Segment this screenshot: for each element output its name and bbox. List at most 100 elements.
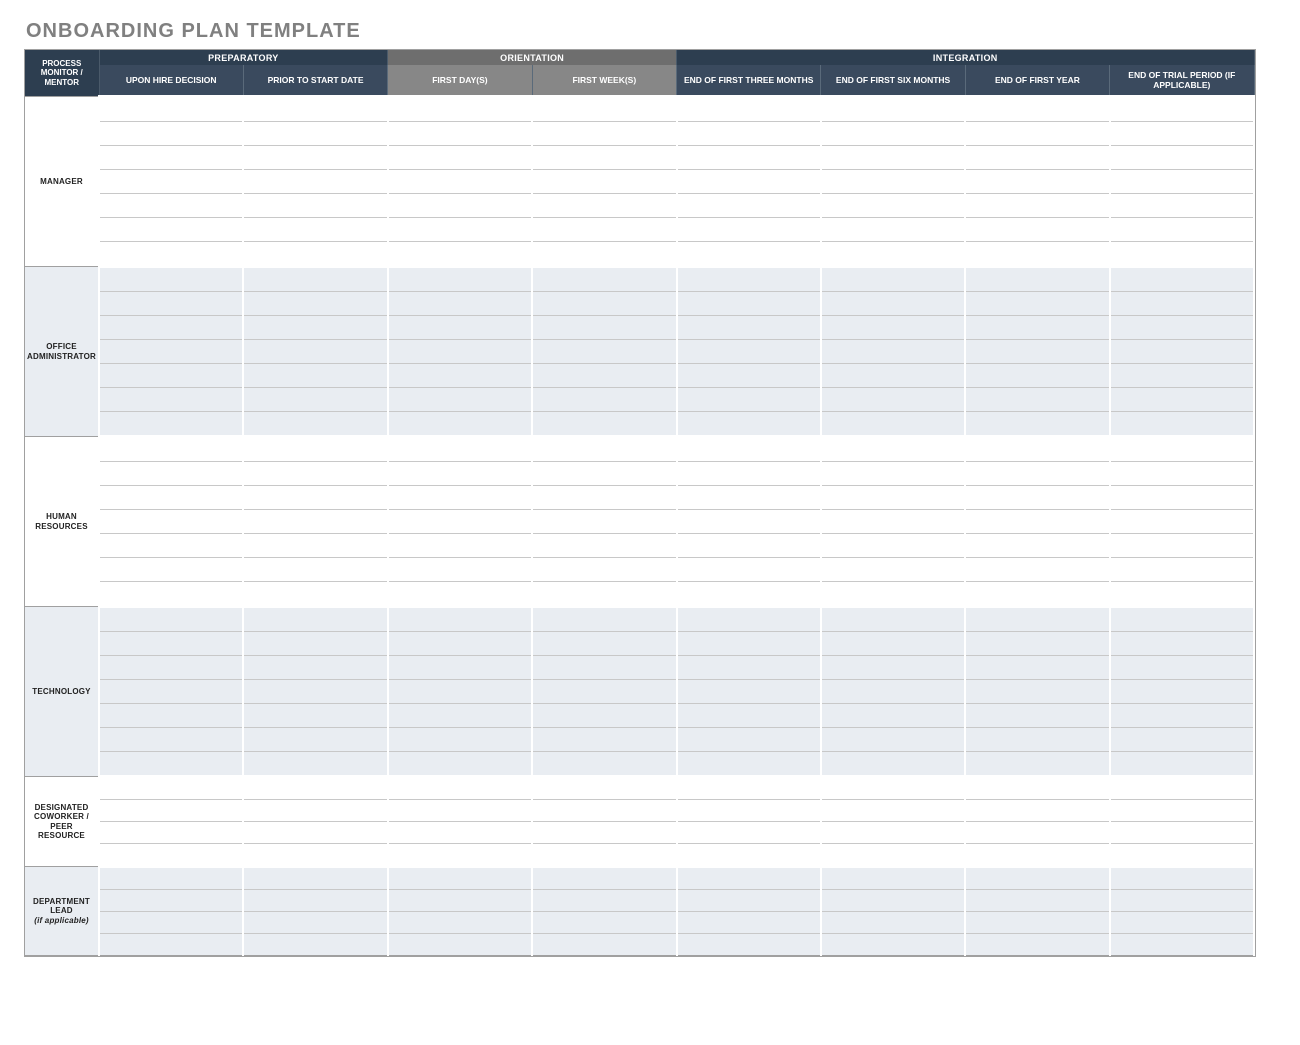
data-cell[interactable] [243,534,387,558]
data-cell[interactable] [99,97,243,122]
data-cell[interactable] [99,388,243,412]
data-cell[interactable] [243,316,387,340]
data-cell[interactable] [1110,486,1254,510]
data-cell[interactable] [532,412,676,437]
data-cell[interactable] [243,844,387,867]
data-cell[interactable] [1110,680,1254,704]
data-cell[interactable] [243,704,387,728]
data-cell[interactable] [1110,558,1254,582]
data-cell[interactable] [532,218,676,242]
data-cell[interactable] [388,704,532,728]
data-cell[interactable] [965,486,1109,510]
data-cell[interactable] [821,340,965,364]
data-cell[interactable] [243,122,387,146]
data-cell[interactable] [965,607,1109,632]
data-cell[interactable] [532,170,676,194]
data-cell[interactable] [1110,656,1254,680]
data-cell[interactable] [821,97,965,122]
data-cell[interactable] [243,364,387,388]
data-cell[interactable] [1110,242,1254,267]
data-cell[interactable] [532,486,676,510]
data-cell[interactable] [388,800,532,822]
data-cell[interactable] [99,582,243,607]
data-cell[interactable] [532,934,676,956]
data-cell[interactable] [243,680,387,704]
data-cell[interactable] [821,728,965,752]
data-cell[interactable] [388,437,532,462]
data-cell[interactable] [532,728,676,752]
data-cell[interactable] [388,486,532,510]
data-cell[interactable] [99,680,243,704]
data-cell[interactable] [1110,934,1254,956]
data-cell[interactable] [1110,194,1254,218]
data-cell[interactable] [99,607,243,632]
data-cell[interactable] [388,292,532,316]
data-cell[interactable] [388,146,532,170]
data-cell[interactable] [821,510,965,534]
data-cell[interactable] [99,510,243,534]
data-cell[interactable] [965,510,1109,534]
data-cell[interactable] [243,218,387,242]
data-cell[interactable] [965,704,1109,728]
data-cell[interactable] [821,146,965,170]
data-cell[interactable] [99,867,243,890]
data-cell[interactable] [677,607,821,632]
data-cell[interactable] [388,364,532,388]
data-cell[interactable] [532,752,676,777]
data-cell[interactable] [532,364,676,388]
data-cell[interactable] [388,844,532,867]
data-cell[interactable] [99,632,243,656]
data-cell[interactable] [965,582,1109,607]
data-cell[interactable] [1110,534,1254,558]
data-cell[interactable] [965,822,1109,844]
data-cell[interactable] [677,912,821,934]
data-cell[interactable] [243,934,387,956]
data-cell[interactable] [532,844,676,867]
data-cell[interactable] [99,462,243,486]
data-cell[interactable] [388,656,532,680]
data-cell[interactable] [965,632,1109,656]
data-cell[interactable] [677,752,821,777]
data-cell[interactable] [532,122,676,146]
data-cell[interactable] [243,558,387,582]
data-cell[interactable] [965,292,1109,316]
data-cell[interactable] [99,194,243,218]
data-cell[interactable] [965,316,1109,340]
data-cell[interactable] [677,437,821,462]
data-cell[interactable] [821,752,965,777]
data-cell[interactable] [1110,752,1254,777]
data-cell[interactable] [677,800,821,822]
data-cell[interactable] [1110,170,1254,194]
data-cell[interactable] [677,777,821,800]
data-cell[interactable] [677,462,821,486]
data-cell[interactable] [1110,890,1254,912]
data-cell[interactable] [965,867,1109,890]
data-cell[interactable] [677,890,821,912]
data-cell[interactable] [99,558,243,582]
data-cell[interactable] [243,412,387,437]
data-cell[interactable] [1110,316,1254,340]
data-cell[interactable] [243,752,387,777]
data-cell[interactable] [677,340,821,364]
data-cell[interactable] [1110,844,1254,867]
data-cell[interactable] [965,146,1109,170]
data-cell[interactable] [388,822,532,844]
data-cell[interactable] [99,800,243,822]
data-cell[interactable] [99,890,243,912]
data-cell[interactable] [388,558,532,582]
data-cell[interactable] [532,777,676,800]
data-cell[interactable] [821,437,965,462]
data-cell[interactable] [1110,462,1254,486]
data-cell[interactable] [821,680,965,704]
data-cell[interactable] [821,582,965,607]
data-cell[interactable] [677,510,821,534]
data-cell[interactable] [965,728,1109,752]
data-cell[interactable] [677,934,821,956]
data-cell[interactable] [388,912,532,934]
data-cell[interactable] [821,534,965,558]
data-cell[interactable] [821,122,965,146]
data-cell[interactable] [388,680,532,704]
data-cell[interactable] [99,728,243,752]
data-cell[interactable] [532,292,676,316]
data-cell[interactable] [388,462,532,486]
